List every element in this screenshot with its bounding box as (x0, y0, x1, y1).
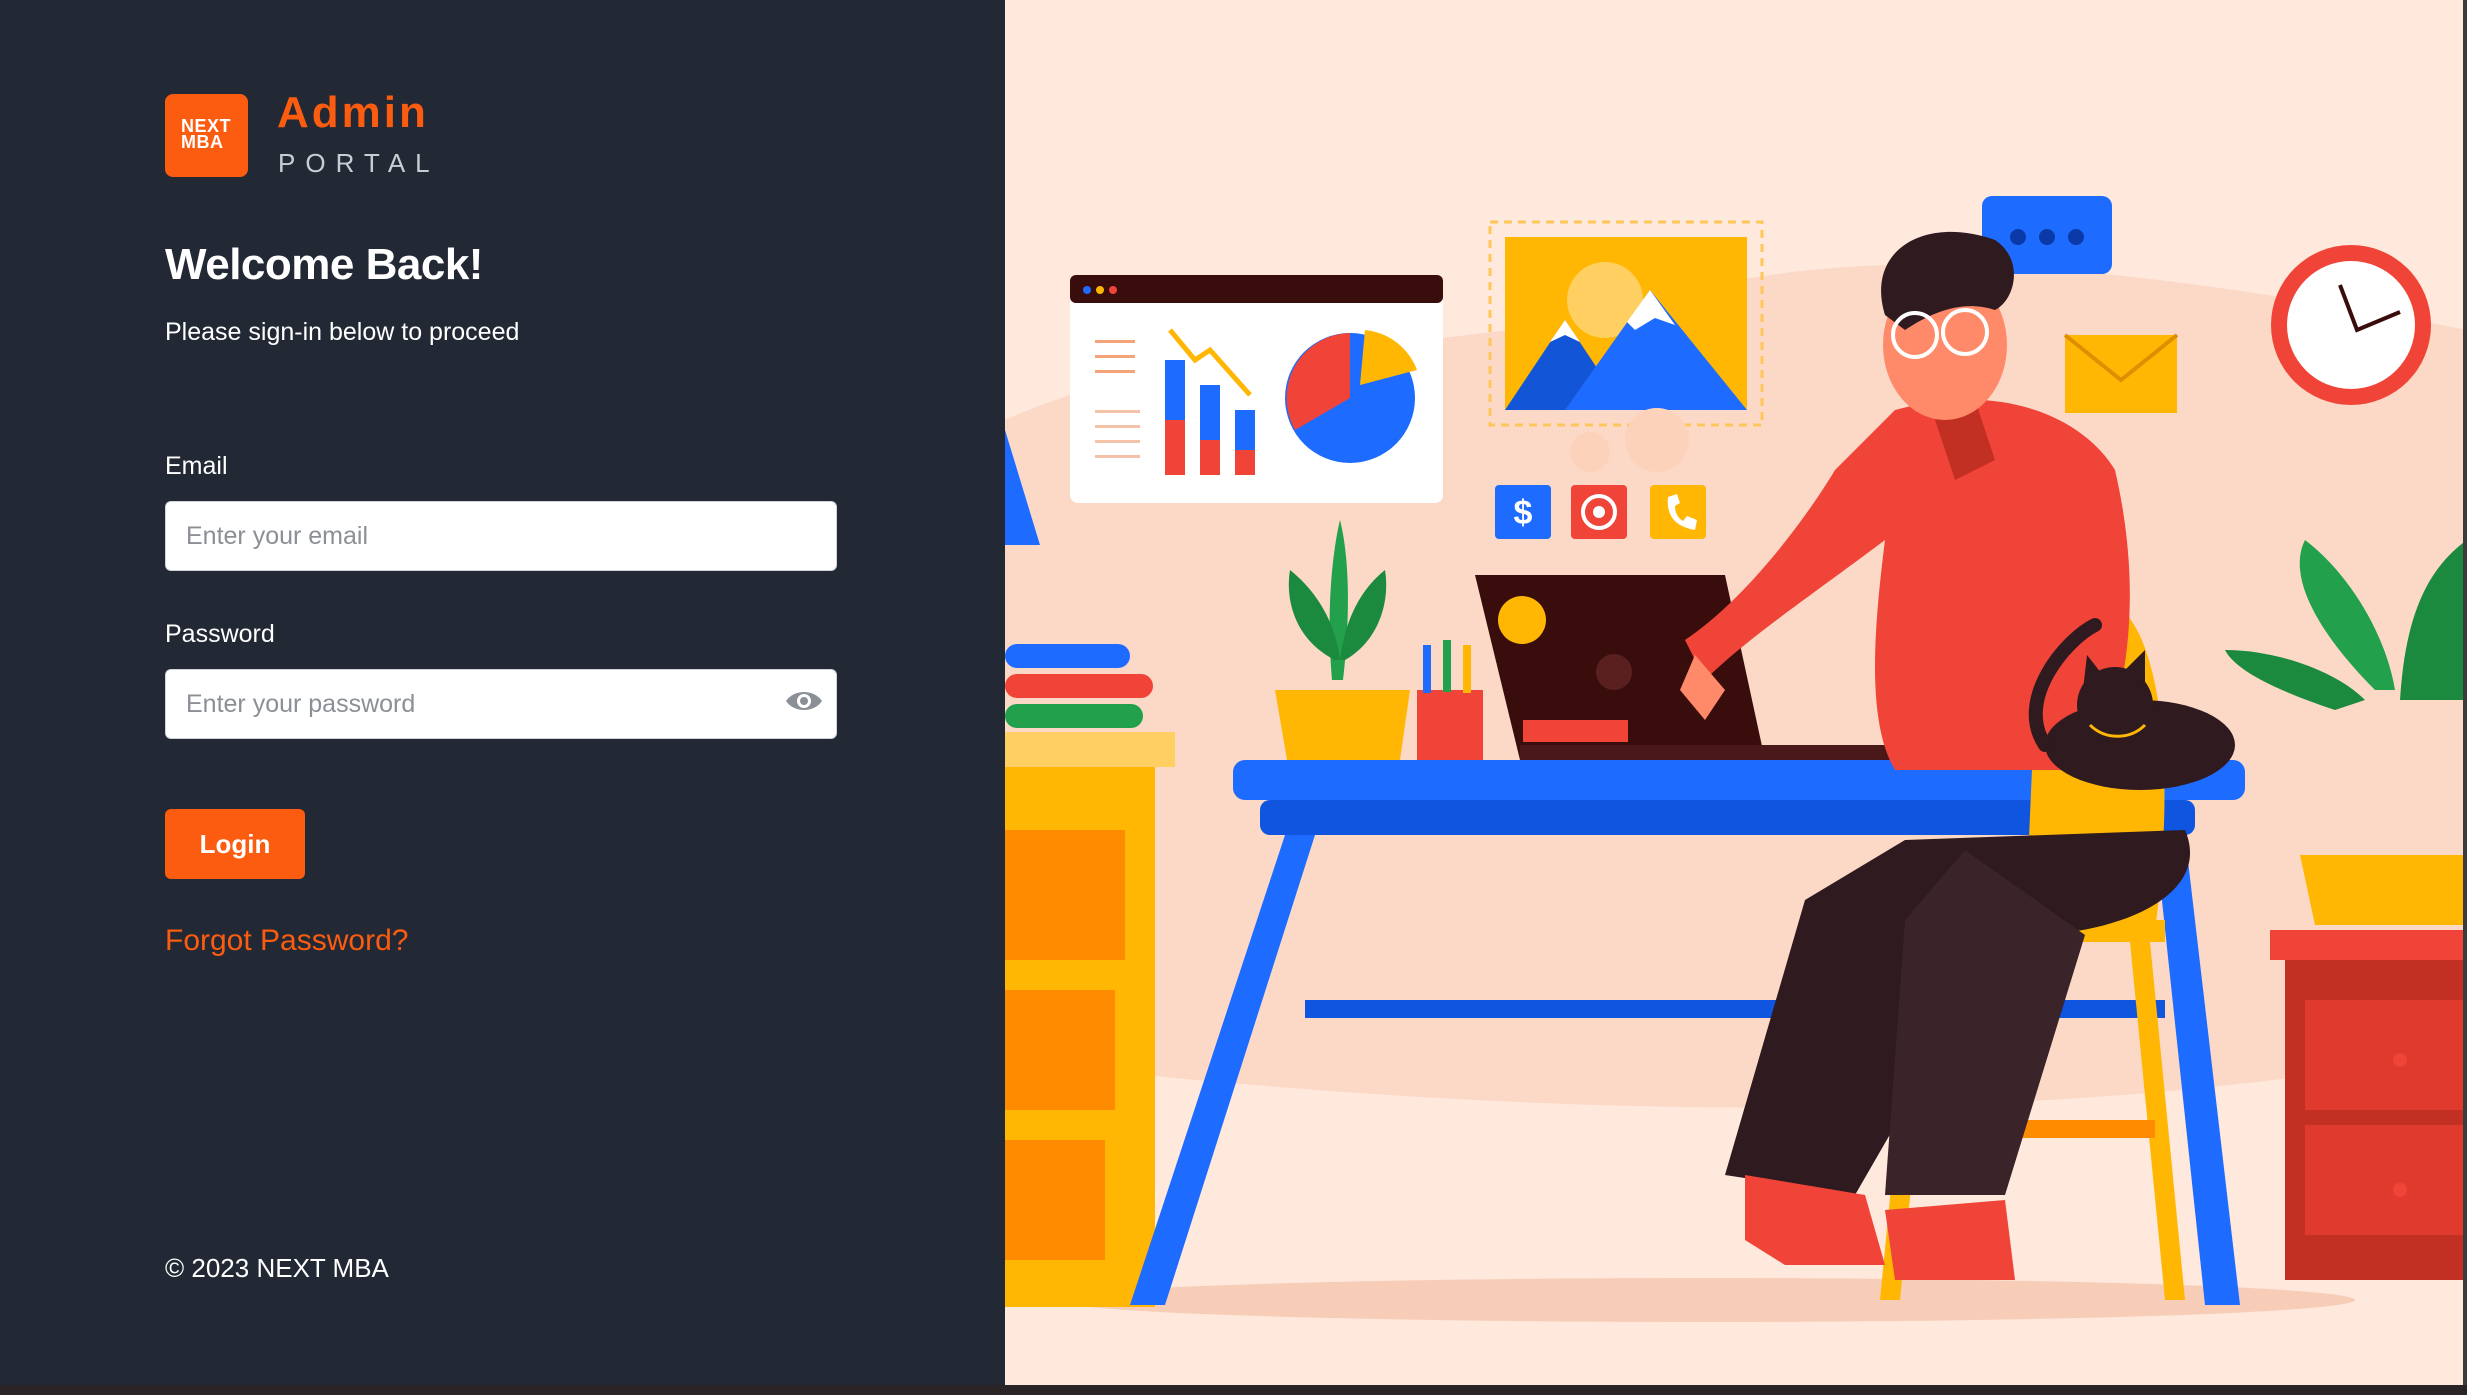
email-label: Email (165, 452, 228, 480)
welcome-subheading: Please sign-in below to proceed (165, 318, 520, 346)
copyright-text: © 2023 NEXT MBA (165, 1253, 389, 1283)
logo-line-2: MBA (181, 132, 224, 152)
password-field[interactable] (165, 669, 837, 739)
welcome-heading: Welcome Back! (165, 240, 483, 289)
next-mba-logo: NEXT MBA (165, 94, 248, 177)
password-label: Password (165, 620, 275, 648)
login-panel: NEXT MBA Admin PORTAL Welcome Back! Plea… (0, 0, 1005, 1385)
clock-icon (2271, 245, 2431, 405)
mail-icon (2063, 333, 2179, 413)
chart-icon (1070, 275, 1443, 503)
illustration-panel: $ (1005, 0, 2467, 1385)
login-button[interactable]: Login (165, 809, 305, 879)
image-icon (1488, 220, 1764, 427)
forgot-password-link[interactable]: Forgot Password? (165, 924, 408, 958)
target-icon (1571, 485, 1627, 539)
login-window: NEXT MBA Admin PORTAL Welcome Back! Plea… (0, 0, 2467, 1385)
bottom-edge (0, 1385, 2467, 1395)
svg-text:$: $ (1514, 494, 1533, 532)
window-edge (2463, 0, 2467, 1385)
email-field[interactable] (165, 501, 837, 571)
app-title: Admin (277, 88, 429, 137)
phone-icon (1650, 485, 1706, 539)
app-subtitle: PORTAL (278, 148, 440, 178)
office-illustration: $ (1005, 0, 2467, 1385)
dollar-icon: $ (1495, 485, 1551, 539)
eye-icon[interactable] (784, 686, 824, 716)
